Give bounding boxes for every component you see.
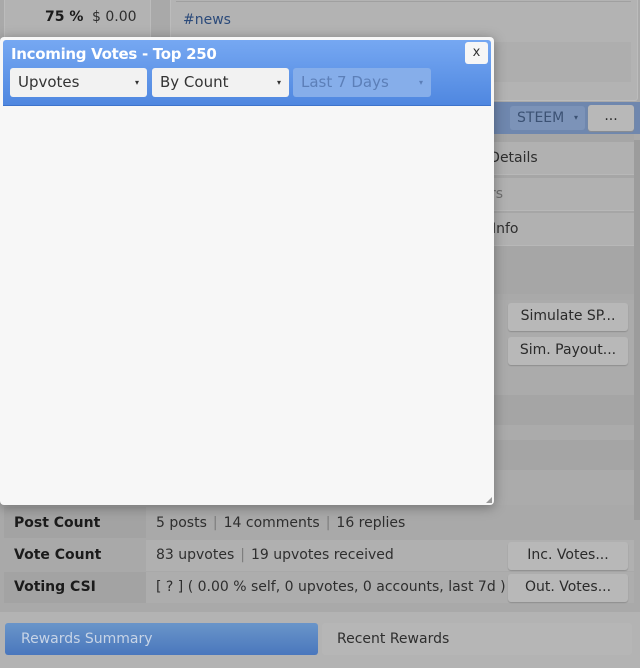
vote-type-select[interactable]: Upvotes ▾	[10, 68, 147, 97]
more-button[interactable]: ...	[588, 105, 634, 131]
dialog-title: Incoming Votes - Top 250	[11, 45, 217, 63]
select-value: Upvotes	[18, 73, 80, 91]
percent-value: 75 %	[45, 9, 84, 25]
sort-select[interactable]: By Count ▾	[152, 68, 289, 97]
stats-value: [ ? ] ( 0.00 % self, 0 upvotes, 0 accoun…	[156, 579, 506, 595]
close-button[interactable]: x	[465, 42, 488, 64]
tab-label: Rewards Summary	[21, 631, 153, 647]
stats-row-post-count: Post Count 5 posts | 14 comments | 16 replie…	[4, 507, 634, 538]
stats-label: Voting CSI	[14, 579, 96, 595]
tab-recent-rewards[interactable]: Recent Rewards	[322, 623, 632, 655]
sim-payout-button[interactable]: Sim. Payout...	[508, 337, 628, 365]
simulate-sp-button[interactable]: Simulate SP...	[508, 303, 628, 331]
tab-rewards-summary[interactable]: Rewards Summary	[5, 623, 318, 655]
menu-row-2[interactable]: rs	[480, 178, 634, 211]
resize-handle[interactable]	[486, 497, 492, 503]
stats-value: 83 upvotes | 19 upvotes received	[156, 547, 394, 563]
stats-label: Post Count	[14, 515, 101, 531]
amount-value: $ 0.00	[92, 9, 137, 25]
inc-votes-button[interactable]: Inc. Votes...	[508, 542, 628, 570]
dialog-body	[0, 106, 494, 505]
chevron-down-icon: ▾	[276, 78, 281, 87]
menu-row-info[interactable]: Info	[480, 213, 634, 246]
close-icon: x	[472, 45, 481, 60]
stats-label: Vote Count	[14, 547, 102, 563]
dialog-header: Incoming Votes - Top 250 x Upvotes ▾ By C…	[3, 40, 491, 106]
menu-row-details[interactable]: : Details	[480, 142, 634, 175]
account-toolbar: STEEM ▾ ...	[480, 102, 640, 134]
tag-link[interactable]: #news	[183, 12, 231, 28]
stats-table: Post Count 5 posts | 14 comments | 16 replie…	[4, 505, 636, 605]
out-votes-button[interactable]: Out. Votes...	[508, 574, 628, 602]
select-value: By Count	[160, 73, 229, 91]
stats-row-vote-count: Vote Count 83 upvotes | 19 upvotes receive…	[4, 540, 634, 571]
stats-row-voting-csi: Voting CSI [ ? ] ( 0.00 % self, 0 upvote…	[4, 572, 634, 603]
chevron-down-icon: ▾	[573, 113, 578, 122]
chevron-down-icon: ▾	[418, 78, 423, 87]
stats-value: 5 posts | 14 comments | 16 replies	[156, 515, 406, 531]
menu-row-label: Info	[492, 221, 519, 237]
scrollbar[interactable]	[634, 140, 640, 520]
currency-select-value: STEEM	[517, 110, 565, 126]
period-select: Last 7 Days ▾	[293, 68, 431, 97]
chevron-down-icon: ▾	[134, 78, 139, 87]
tab-label: Recent Rewards	[337, 631, 450, 647]
select-value: Last 7 Days	[301, 73, 389, 91]
currency-select[interactable]: STEEM ▾	[510, 106, 585, 130]
incoming-votes-dialog: Incoming Votes - Top 250 x Upvotes ▾ By C…	[0, 37, 494, 505]
